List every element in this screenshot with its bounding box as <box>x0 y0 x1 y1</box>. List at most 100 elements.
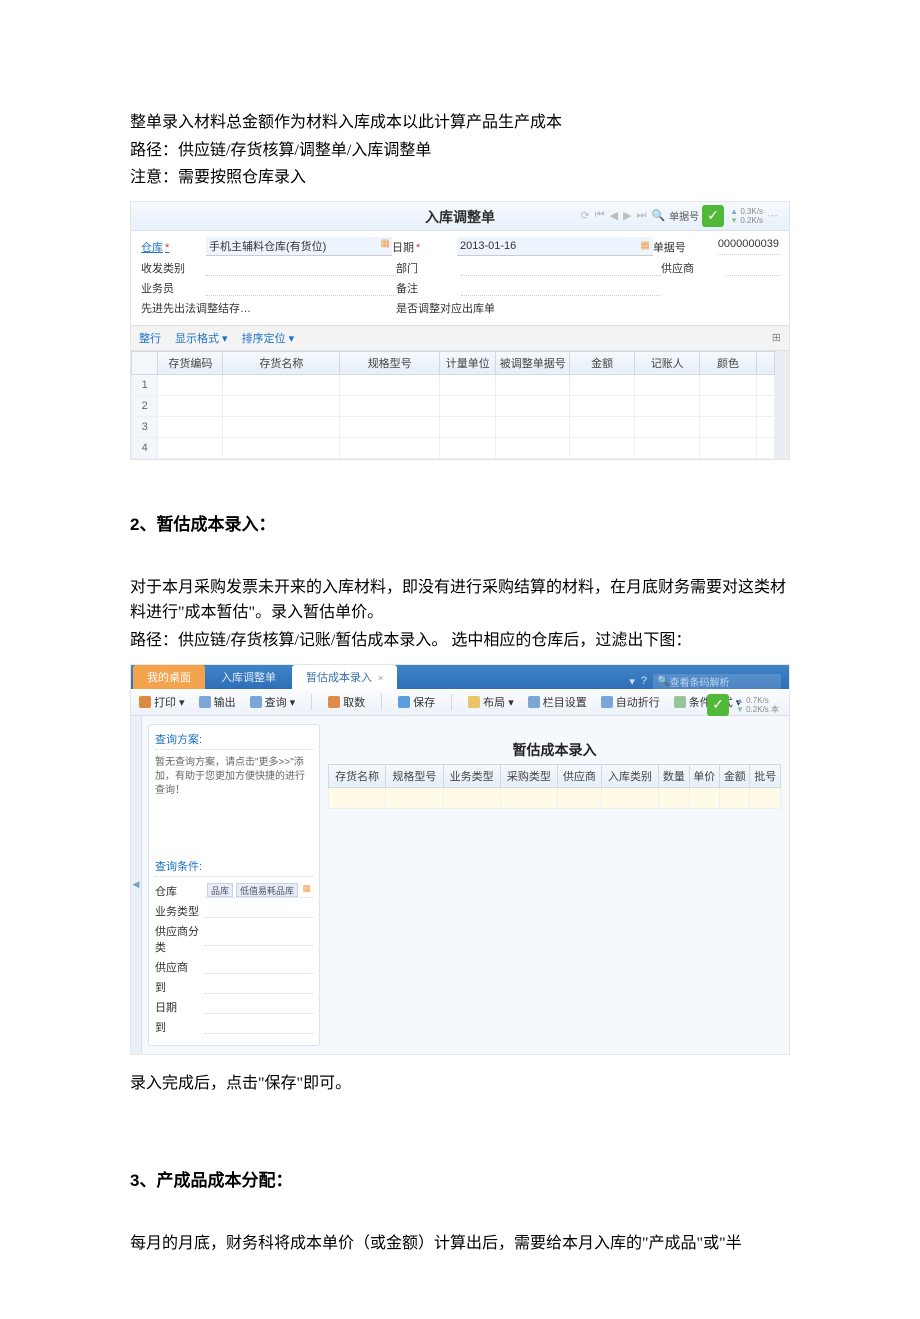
collapse-handle[interactable]: ◀ <box>131 716 142 1054</box>
date-input[interactable]: 2013-01-16▦ <box>457 237 653 256</box>
remark-input[interactable] <box>461 279 661 296</box>
filter-cat-input[interactable] <box>205 931 313 946</box>
help-icon[interactable]: ? <box>641 675 647 687</box>
col-spec[interactable]: 规格型号 <box>386 764 443 787</box>
operator-input[interactable] <box>206 279 396 296</box>
next-icon[interactable]: ▶ <box>622 209 632 222</box>
document-page: 整单录入材料总金额作为材料入库成本以此计算产品生产成本 路径：供应链/存货核算/… <box>0 0 920 1319</box>
prev-icon[interactable]: ◀ <box>609 209 619 222</box>
query-button[interactable]: 查询 ▾ <box>250 694 296 710</box>
vscrollbar[interactable] <box>775 351 789 459</box>
col-price[interactable]: 单价 <box>689 764 719 787</box>
warehouse-input[interactable]: 手机主辅料仓库(有货位) ▦ <box>206 237 392 256</box>
tab-adjust[interactable]: 入库调整单 <box>207 665 290 689</box>
estimate-grid[interactable]: 存货名称 规格型号 业务类型 采购类型 供应商 入库类别 数量 单价 金额 批号 <box>328 764 781 809</box>
col-uom[interactable]: 计量单位 <box>440 351 496 374</box>
search-icon[interactable]: 🔍 <box>650 209 666 222</box>
col-name[interactable]: 存货名称 <box>223 351 340 374</box>
col-batch[interactable]: 批号 <box>750 764 781 787</box>
intro-line-1: 整单录入材料总金额作为材料入库成本以此计算产品生产成本 <box>130 110 790 136</box>
col-color[interactable]: 颜色 <box>700 351 756 374</box>
refresh-icon[interactable]: ⟳ <box>580 209 591 222</box>
wrap-button[interactable]: 自动折行 <box>601 694 660 710</box>
filter-to2-input[interactable] <box>205 1019 313 1034</box>
section-3-heading: 3、产成品成本分配： <box>130 1166 790 1191</box>
col-amt[interactable]: 金额 <box>720 764 750 787</box>
fmt-btn[interactable]: 显示格式 ▾ <box>175 330 228 346</box>
docno-input[interactable]: 0000000039 <box>718 238 779 255</box>
filter-date-input[interactable] <box>205 999 313 1014</box>
filter-date-label: 日期 <box>155 999 205 1015</box>
filter-cat-label: 供应商分类 <box>155 923 205 955</box>
confirm-check-icon[interactable]: ✓ <box>702 205 724 227</box>
filter-to1-input[interactable] <box>205 979 313 994</box>
net-speed-indicator: 0.7K/s 0.2K/s 本 <box>736 696 779 714</box>
query-plan-tip: 暂无查询方案，请点击"更多>>"添加，有助于您更加方便快捷的进行查询！ <box>155 756 313 798</box>
table-row: 3 <box>132 416 775 437</box>
intro-line-3: 注意：需要按照仓库录入 <box>130 165 790 191</box>
lookup-icon[interactable]: ▦ <box>381 238 390 249</box>
col-adjno[interactable]: 被调整单据号 <box>496 351 570 374</box>
layout-button[interactable]: 布局 ▾ <box>468 694 514 710</box>
col-ptype[interactable]: 采购类型 <box>500 764 557 787</box>
sort-btn[interactable]: 排序定位 ▾ <box>242 330 295 346</box>
filter-vendor-label: 供应商 <box>155 959 205 975</box>
main-panel: ✓ 0.7K/s 0.2K/s 本 暂估成本录入 存货名称 规格型号 业务类型 … <box>326 716 789 1054</box>
section-2-p1: 对于本月采购发票未开来的入库材料，即没有进行采购结算的材料，在月底财务需要对这类… <box>130 575 790 626</box>
dept-label: 部门 <box>396 259 461 276</box>
warehouse-label[interactable]: 仓库* <box>141 238 206 255</box>
section-2-heading: 2、暂估成本录入： <box>130 510 790 535</box>
filter-vendor-input[interactable] <box>205 959 313 974</box>
adjust-out-label: 是否调整对应出库单 <box>396 299 495 316</box>
first-icon[interactable]: ⏮ <box>594 209 606 222</box>
table-row: 4 <box>132 437 775 458</box>
remark-label: 备注 <box>396 279 461 296</box>
main-title: 暂估成本录入 <box>328 720 781 764</box>
screenshot-estimate-cost: 我的桌面 入库调整单 暂估成本录入× ▾ ? 🔍 查看条码解析 打印 ▾ 输出 … <box>130 664 790 1055</box>
last-icon[interactable]: ⏭ <box>636 209 648 222</box>
filter-to1-label: 到 <box>155 979 205 995</box>
calendar-icon[interactable]: ▦ <box>640 240 649 251</box>
export-button[interactable]: 输出 <box>199 694 236 710</box>
rcv-input[interactable] <box>206 259 396 276</box>
dropdown-icon[interactable]: ▾ <box>629 675 635 688</box>
col-code[interactable]: 存货编码 <box>158 351 223 374</box>
global-search[interactable]: 🔍 查看条码解析 <box>653 674 781 689</box>
grid-header-row: 存货编码 存货名称 规格型号 计量单位 被调整单据号 金额 记账人 颜色 <box>132 351 775 374</box>
lookup-icon[interactable]: ▦ <box>302 883 311 897</box>
section-3-p1: 每月的月底，财务科将成本单价（或金额）计算出后，需要给本月入库的"产成品"或"半 <box>130 1231 790 1257</box>
after-shot2: 录入完成后，点击"保存"即可。 <box>130 1071 790 1097</box>
tab-estimate[interactable]: 暂估成本录入× <box>292 665 397 689</box>
filter-wh-input[interactable]: 品库 低值易耗品库 ▦ <box>205 883 313 898</box>
vendor-input[interactable] <box>726 259 779 276</box>
detail-grid[interactable]: 存货编码 存货名称 规格型号 计量单位 被调整单据号 金额 记账人 颜色 1 2… <box>131 351 775 459</box>
col-amt[interactable]: 金额 <box>570 351 635 374</box>
col-spec[interactable]: 规格型号 <box>340 351 440 374</box>
cols-button[interactable]: 栏目设置 <box>528 694 587 710</box>
title-toolbar: ⟳ ⏮ ◀ ▶ ⏭ 🔍 单据号 ✓ 0.3K/s 0.2K/s ⋯ <box>580 205 780 227</box>
operator-label: 业务员 <box>141 279 206 296</box>
col-intype[interactable]: 入库类别 <box>601 764 658 787</box>
col-qty[interactable]: 数量 <box>659 764 689 787</box>
col-biz[interactable]: 业务类型 <box>443 764 500 787</box>
table-row <box>329 787 781 808</box>
save-button[interactable]: 保存 <box>398 694 435 710</box>
tabbar: 我的桌面 入库调整单 暂估成本录入× ▾ ? 🔍 查看条码解析 <box>131 665 789 689</box>
more-icon[interactable]: ⋯ <box>766 209 779 222</box>
expand-icon[interactable]: ⊞ <box>772 331 781 344</box>
grid-toolbar: 整行 显示格式 ▾ 排序定位 ▾ ⊞ <box>131 325 789 351</box>
col-vendor[interactable]: 供应商 <box>558 764 602 787</box>
close-icon[interactable]: × <box>378 673 383 683</box>
confirm-check-icon[interactable]: ✓ <box>707 694 729 716</box>
tab-desktop[interactable]: 我的桌面 <box>133 665 205 689</box>
filter-biz-input[interactable] <box>205 903 313 918</box>
filter-wh-label: 仓库 <box>155 883 205 899</box>
print-button[interactable]: 打印 ▾ <box>139 694 185 710</box>
rows-btn[interactable]: 整行 <box>139 330 161 346</box>
col-book[interactable]: 记账人 <box>635 351 700 374</box>
dept-input[interactable] <box>461 259 661 276</box>
grid-header-row: 存货名称 规格型号 业务类型 采购类型 供应商 入库类别 数量 单价 金额 批号 <box>329 764 781 787</box>
col-name[interactable]: 存货名称 <box>329 764 386 787</box>
cancel-button[interactable]: 取数 <box>328 694 365 710</box>
filter-panel: 查询方案: 暂无查询方案，请点击"更多>>"添加，有助于您更加方便快捷的进行查询… <box>148 724 320 1046</box>
